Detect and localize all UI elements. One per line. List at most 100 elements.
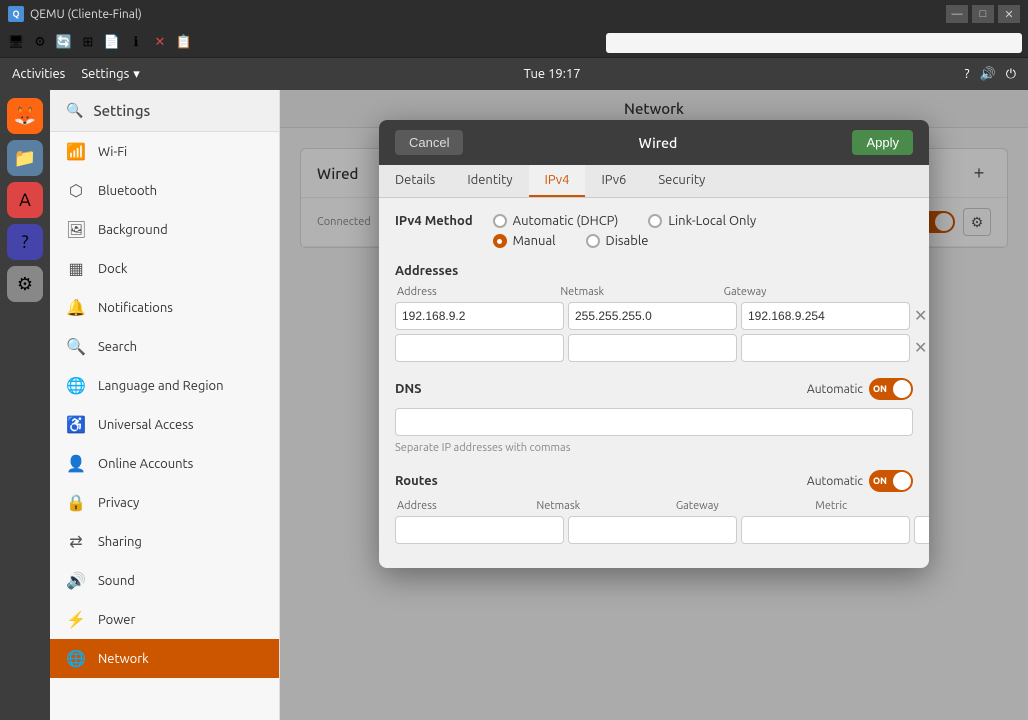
dock-item-store[interactable]: A [7,182,43,218]
dialog-tab-ipv4-label: IPv4 [545,173,570,187]
sidebar-item-power[interactable]: ⚡ Power [50,600,279,639]
dialog-cancel-button[interactable]: Cancel [395,130,463,155]
background-icon: 🖼 [66,220,86,239]
network-icon: 🌐 [66,649,86,668]
sidebar-item-dock[interactable]: ▦ Dock [50,249,279,288]
sidebar-item-wifi[interactable]: 📶 Wi-Fi [50,132,279,171]
sidebar-item-universal-access[interactable]: ♿ Universal Access [50,405,279,444]
sidebar-item-search[interactable]: 🔍 Search [50,327,279,366]
route-netmask-input-0[interactable] [568,516,737,544]
gateway-input-1[interactable] [741,334,910,362]
taskbar: 🖥 ⚙ 🔄 ⊞ 📄 ℹ ✕ 📋 [0,28,1028,58]
taskbar-icon-close[interactable]: ✕ [150,33,170,53]
addr-remove-btn-0[interactable]: ✕ [914,305,927,327]
addr-remove-btn-1[interactable]: ✕ [914,337,927,359]
dock-item-settings[interactable]: ⚙ [7,266,43,302]
addresses-section: Addresses Address Netmask Gateway [395,264,913,362]
sidebar-item-label-wifi: Wi-Fi [98,145,127,159]
routes-toggle-knob [893,472,911,490]
sidebar-item-background[interactable]: 🖼 Background [50,210,279,249]
notifications-icon: 🔔 [66,298,86,317]
radio-disable-circle [586,234,600,248]
title-bar-title: QEMU (Cliente-Final) [30,8,142,21]
wired-dialog: Cancel Wired Apply Details Identity IPv4 [379,120,929,568]
radio-link-local-circle [648,214,662,228]
gnome-topbar-clock: Tue 19:17 [140,67,965,81]
dialog-tab-ipv6[interactable]: IPv6 [585,165,642,197]
online-accounts-icon: 👤 [66,454,86,473]
ipv4-method-link-local[interactable]: Link-Local Only [648,214,756,228]
taskbar-search-input[interactable] [606,33,1022,53]
ipv4-method-disable[interactable]: Disable [586,234,649,248]
routes-header: Routes Automatic ON [395,470,913,492]
sidebar-item-language[interactable]: 🌐 Language and Region [50,366,279,405]
ipv4-method-manual[interactable]: Manual [493,234,556,248]
ipv4-method-dhcp[interactable]: Automatic (DHCP) [493,214,619,228]
sidebar-item-label-background: Background [98,223,168,237]
sidebar-item-bluetooth[interactable]: ⬡ Bluetooth [50,171,279,210]
dns-input[interactable] [395,408,913,436]
netmask-input-0[interactable] [568,302,737,330]
routes-section: Routes Automatic ON Address N [395,470,913,544]
routes-toggle[interactable]: ON [869,470,913,492]
addresses-header: Addresses [395,264,913,278]
radio-dhcp-label: Automatic (DHCP) [513,214,619,228]
dialog-tab-identity[interactable]: Identity [451,165,528,197]
sharing-icon: ⇄ [66,532,86,551]
gateway-input-0[interactable] [741,302,910,330]
dialog-tab-details[interactable]: Details [379,165,451,197]
dock-item-help[interactable]: ? [7,224,43,260]
address-input-0[interactable] [395,302,564,330]
taskbar-icon-clipboard[interactable]: 📋 [174,33,194,53]
col-header-gateway: Gateway [724,286,883,298]
gnome-power-icon[interactable]: ⏻ [1006,67,1016,82]
sidebar-item-label-dock: Dock [98,262,127,276]
dialog-tab-ipv4[interactable]: IPv4 [529,165,586,197]
sidebar-item-privacy[interactable]: 🔒 Privacy [50,483,279,522]
sidebar-item-label-privacy: Privacy [98,496,139,510]
taskbar-icon-refresh[interactable]: 🔄 [54,33,74,53]
route-gateway-input-0[interactable] [741,516,910,544]
gnome-volume-icon[interactable]: 🔊 [980,67,996,82]
close-button[interactable]: ✕ [998,5,1020,23]
dock-item-firefox[interactable]: 🦊 [7,98,43,134]
dialog-tab-identity-label: Identity [467,173,512,187]
route-metric-input-0[interactable] [914,516,929,544]
gnome-help-icon[interactable]: ? [964,67,969,81]
sidebar-item-label-sound: Sound [98,574,135,588]
taskbar-icon-settings[interactable]: ⚙ [30,33,50,53]
dialog-apply-button[interactable]: Apply [852,130,913,155]
taskbar-icon-info[interactable]: ℹ [126,33,146,53]
maximize-button[interactable]: □ [972,5,994,23]
sidebar-item-label-sharing: Sharing [98,535,142,549]
sidebar-item-sound[interactable]: 🔊 Sound [50,561,279,600]
dialog-tab-security[interactable]: Security [642,165,721,197]
address-input-1[interactable] [395,334,564,362]
language-icon: 🌐 [66,376,86,395]
routes-column-headers: Address Netmask Gateway Metric [395,500,913,512]
dns-toggle[interactable]: ON [869,378,913,400]
sidebar-item-online-accounts[interactable]: 👤 Online Accounts [50,444,279,483]
dialog-overlay: Cancel Wired Apply Details Identity IPv4 [280,90,1028,720]
gnome-settings-menu[interactable]: Settings ▾ [81,67,139,82]
universal-access-icon: ♿ [66,415,86,434]
taskbar-icon-windows[interactable]: ⊞ [78,33,98,53]
sidebar-item-sharing[interactable]: ⇄ Sharing [50,522,279,561]
taskbar-icon-display[interactable]: 🖥 [6,33,26,53]
taskbar-icon-doc[interactable]: 📄 [102,33,122,53]
sidebar-search-icon: 🔍 [66,102,83,119]
dock-icon: ▦ [66,259,86,278]
title-bar: Q QEMU (Cliente-Final) — □ ✕ [0,0,1028,28]
sidebar-item-notifications[interactable]: 🔔 Notifications [50,288,279,327]
routes-col-action [887,500,911,512]
dock-item-files[interactable]: 📁 [7,140,43,176]
netmask-input-1[interactable] [568,334,737,362]
radio-dhcp-circle [493,214,507,228]
gnome-activities-button[interactable]: Activities [12,67,65,81]
settings-sidebar: 🔍 Settings 📶 Wi-Fi ⬡ Bluetooth 🖼 Backgro… [50,90,280,720]
sidebar-item-network[interactable]: 🌐 Network [50,639,279,678]
dns-hint: Separate IP addresses with commas [395,442,570,454]
route-address-input-0[interactable] [395,516,564,544]
minimize-button[interactable]: — [946,5,968,23]
dialog-tab-security-label: Security [658,173,705,187]
